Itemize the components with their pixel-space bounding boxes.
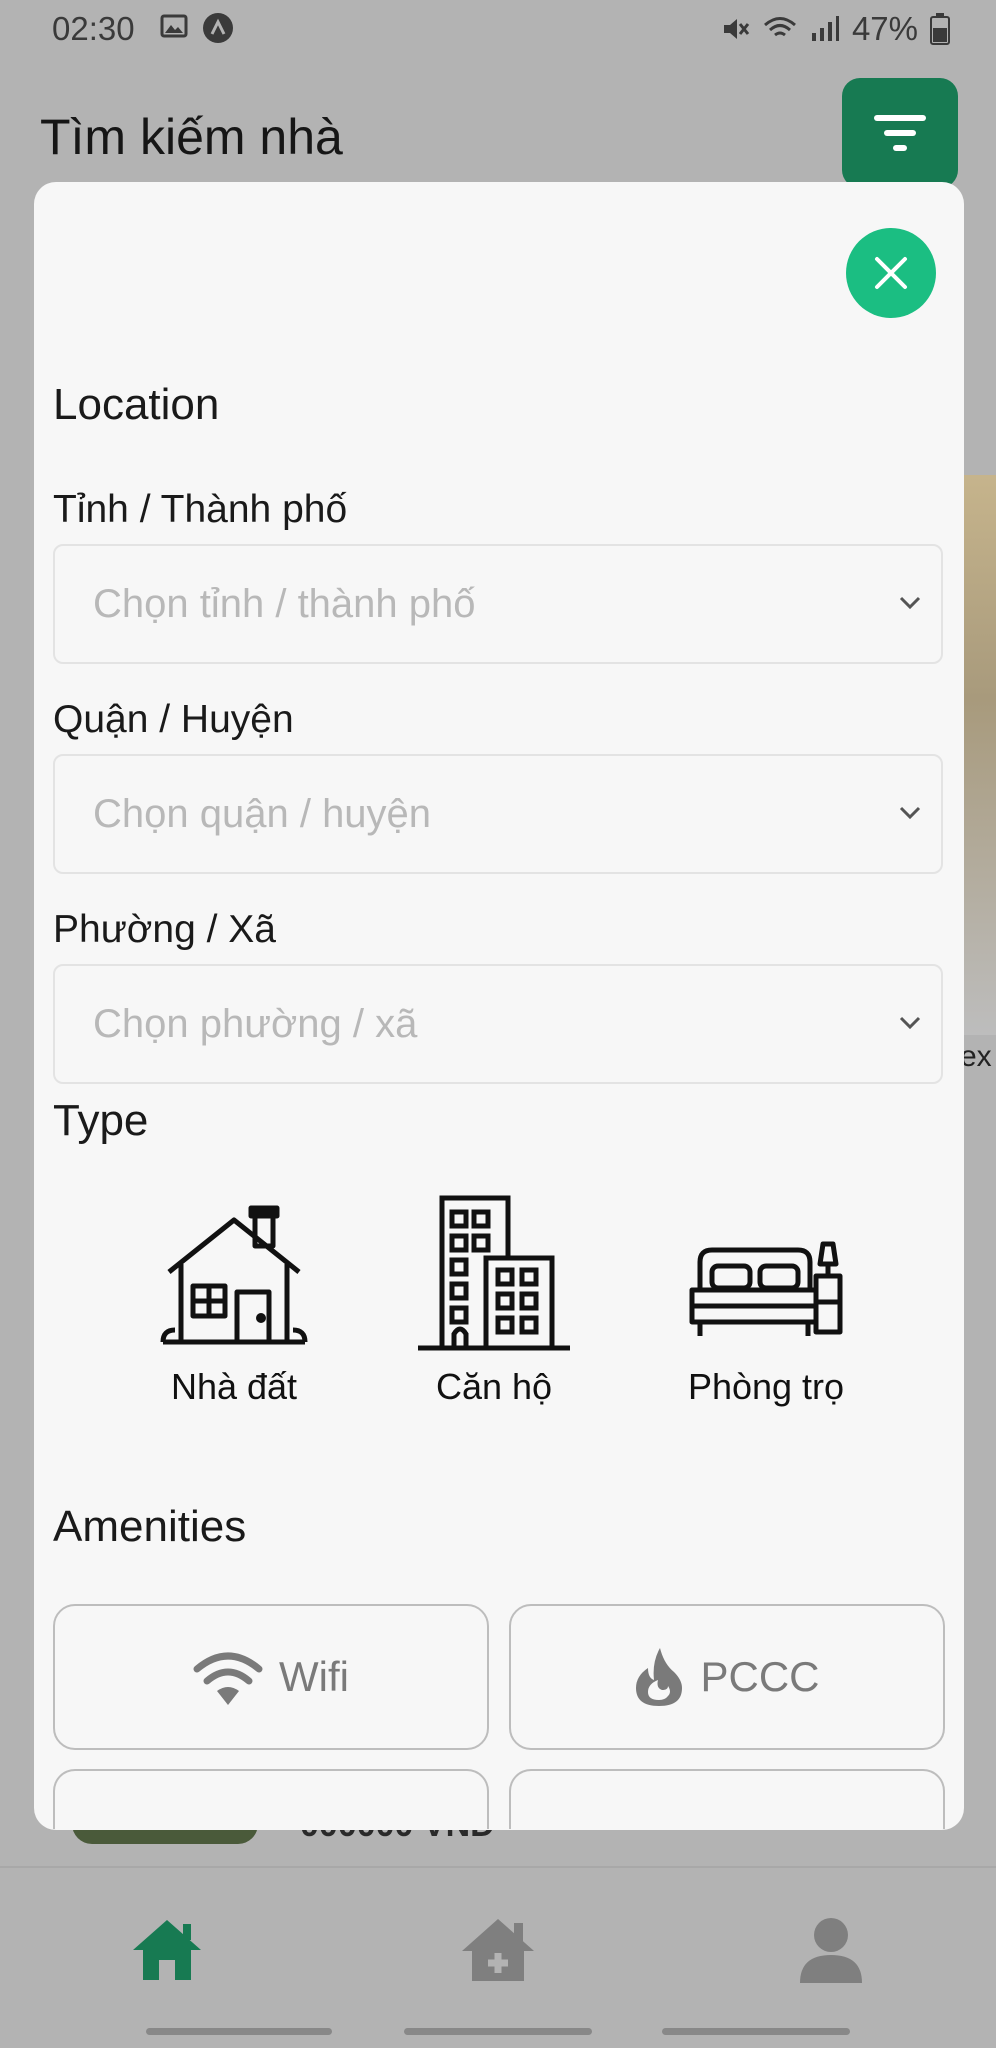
listing-image-peek <box>962 475 996 1035</box>
signal-icon <box>811 16 839 41</box>
listing-text-peek: ex <box>960 1040 992 1073</box>
house-icon <box>160 1205 308 1345</box>
ward-select[interactable]: Chọn phường / xã <box>53 964 943 1084</box>
type-option-nha-dat[interactable]: Nhà đất <box>114 1182 354 1408</box>
home-icon <box>133 1920 201 1980</box>
chevron-down-icon <box>899 806 921 820</box>
nav-home[interactable] <box>122 1910 212 1990</box>
apartment-icon <box>418 1195 570 1351</box>
type-option-can-ho[interactable]: Căn hộ <box>374 1182 614 1408</box>
user-icon <box>800 1918 862 1983</box>
district-select[interactable]: Chọn quận / huyện <box>53 754 943 874</box>
amenity-button-partial[interactable] <box>509 1769 945 1829</box>
mute-icon <box>723 19 750 39</box>
bottom-nav <box>0 1866 996 2048</box>
location-title: Location <box>53 380 220 429</box>
battery-icon <box>930 13 950 45</box>
province-placeholder: Chọn tỉnh / thành phố <box>93 582 476 626</box>
gesture-home <box>404 2028 592 2035</box>
amenity-wifi-button[interactable]: Wifi <box>53 1604 489 1750</box>
amenity-label: PCCC <box>700 1653 820 1700</box>
status-bar: 02:30 47% <box>0 0 996 60</box>
type-label: Nhà đất <box>170 1366 298 1407</box>
status-time: 02:30 <box>52 10 135 47</box>
amenity-pccc-button[interactable]: PCCC <box>509 1604 945 1750</box>
add-home-icon <box>462 1919 534 1981</box>
ward-placeholder: Chọn phường / xã <box>93 1002 418 1046</box>
amenity-label: Wifi <box>279 1653 349 1700</box>
page-title: Tìm kiếm nhà <box>40 109 343 165</box>
filter-button[interactable] <box>842 78 958 188</box>
chevron-down-icon <box>899 596 921 610</box>
bed-icon <box>689 1241 843 1336</box>
close-icon <box>875 257 907 289</box>
assistant-icon <box>203 13 233 43</box>
district-placeholder: Chọn quận / huyện <box>93 792 432 836</box>
amenity-button-partial[interactable] <box>53 1769 489 1829</box>
type-label: Căn hộ <box>435 1366 553 1407</box>
chevron-down-icon <box>899 1016 921 1030</box>
close-button[interactable] <box>846 228 936 318</box>
fire-icon <box>636 1648 683 1706</box>
wifi-icon <box>193 1652 263 1705</box>
type-title: Type <box>53 1096 149 1145</box>
amenities-title: Amenities <box>53 1502 247 1551</box>
nav-add-home[interactable] <box>453 1910 543 1990</box>
type-option-phong-tro[interactable]: Phòng trọ <box>646 1182 886 1408</box>
gesture-back <box>146 2028 332 2035</box>
filter-modal: Location Tỉnh / Thành phố Chọn tỉnh / th… <box>34 182 964 1830</box>
ward-label: Phường / Xã <box>53 908 276 951</box>
filter-icon <box>874 115 926 151</box>
district-label: Quận / Huyện <box>53 698 294 741</box>
image-icon <box>160 14 188 38</box>
province-label: Tỉnh / Thành phố <box>53 488 348 531</box>
gesture-recents <box>662 2028 850 2035</box>
nav-profile[interactable] <box>786 1910 876 1990</box>
province-select[interactable]: Chọn tỉnh / thành phố <box>53 544 943 664</box>
battery-percent: 47% <box>851 10 918 47</box>
type-label: Phòng trọ <box>687 1366 845 1407</box>
wifi-icon <box>763 17 796 37</box>
